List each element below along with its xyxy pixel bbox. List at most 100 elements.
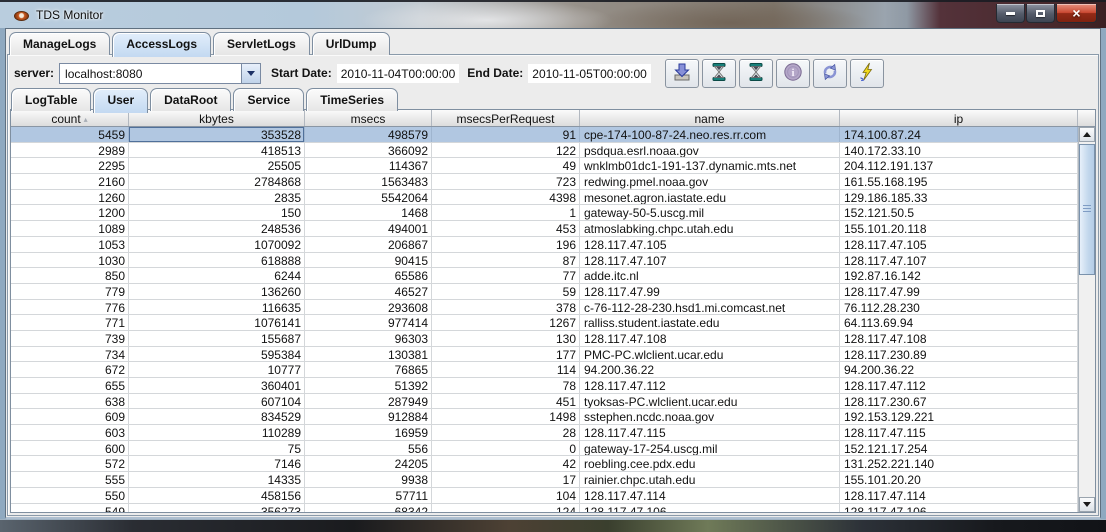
cell-ip[interactable]: 174.100.87.24 [840, 127, 1078, 142]
cell-kbytes[interactable]: 356273 [129, 504, 305, 513]
cell-msecsperrequest[interactable]: 87 [432, 253, 580, 268]
cell-name[interactable]: 128.117.47.99 [580, 284, 840, 299]
cell-msecs[interactable]: 46527 [305, 284, 432, 299]
table-row[interactable]: 55045815657711104128.117.47.114128.117.4… [11, 488, 1078, 504]
cell-kbytes[interactable]: 2784868 [129, 174, 305, 189]
cell-count[interactable]: 2989 [11, 143, 129, 158]
cell-msecsperrequest[interactable]: 196 [432, 237, 580, 252]
cell-msecs[interactable]: 287949 [305, 394, 432, 409]
cell-kbytes[interactable]: 1070092 [129, 237, 305, 252]
cell-ip[interactable]: 128.117.47.108 [840, 331, 1078, 346]
cell-kbytes[interactable]: 10777 [129, 362, 305, 377]
cell-msecs[interactable]: 556 [305, 441, 432, 456]
cell-kbytes[interactable]: 595384 [129, 347, 305, 362]
table-row[interactable]: 120015014681gateway-50-5.uscg.mil152.121… [11, 205, 1078, 221]
cell-name[interactable]: redwing.pmel.noaa.gov [580, 174, 840, 189]
cell-kbytes[interactable]: 607104 [129, 394, 305, 409]
cell-msecs[interactable]: 68342 [305, 504, 432, 513]
cell-kbytes[interactable]: 25505 [129, 158, 305, 173]
cell-msecs[interactable]: 51392 [305, 378, 432, 393]
cell-msecsperrequest[interactable]: 42 [432, 456, 580, 471]
table-row[interactable]: 6098345299128841498sstephen.ncdc.noaa.go… [11, 409, 1078, 425]
table-row[interactable]: 85062446558677adde.itc.nl192.87.16.142 [11, 268, 1078, 284]
cell-msecs[interactable]: 366092 [305, 143, 432, 158]
cell-msecs[interactable]: 65586 [305, 268, 432, 283]
cell-count[interactable]: 609 [11, 409, 129, 424]
table-row[interactable]: 2989418513366092122psdqua.esrl.noaa.gov1… [11, 143, 1078, 159]
cell-kbytes[interactable]: 116635 [129, 300, 305, 315]
cell-count[interactable]: 1053 [11, 237, 129, 252]
cell-msecsperrequest[interactable]: 130 [432, 331, 580, 346]
cell-ip[interactable]: 128.117.47.99 [840, 284, 1078, 299]
cell-name[interactable]: atmoslabking.chpc.utah.edu [580, 221, 840, 236]
tab-managelogs[interactable]: ManageLogs [9, 32, 110, 55]
cell-kbytes[interactable]: 1076141 [129, 315, 305, 330]
cell-count[interactable]: 771 [11, 315, 129, 330]
cell-kbytes[interactable]: 2835 [129, 190, 305, 205]
cell-msecsperrequest[interactable]: 77 [432, 268, 580, 283]
cell-name[interactable]: ralliss.student.iastate.edu [580, 315, 840, 330]
cell-kbytes[interactable]: 618888 [129, 253, 305, 268]
cell-msecsperrequest[interactable]: 122 [432, 143, 580, 158]
cell-ip[interactable]: 192.87.16.142 [840, 268, 1078, 283]
cell-msecsperrequest[interactable]: 114 [432, 362, 580, 377]
cell-count[interactable]: 850 [11, 268, 129, 283]
scrollbar-thumb[interactable] [1079, 144, 1095, 275]
subtab-service[interactable]: Service [233, 88, 304, 111]
cell-ip[interactable]: 94.200.36.22 [840, 362, 1078, 377]
cell-msecs[interactable]: 57711 [305, 488, 432, 503]
hourglass-start-button[interactable] [702, 59, 736, 88]
cell-ip[interactable]: 128.117.47.107 [840, 253, 1078, 268]
cell-count[interactable]: 600 [11, 441, 129, 456]
cell-count[interactable]: 734 [11, 347, 129, 362]
cell-name[interactable]: cpe-174-100-87-24.neo.res.rr.com [580, 127, 840, 142]
cell-msecsperrequest[interactable]: 104 [432, 488, 580, 503]
subtab-logtable[interactable]: LogTable [11, 88, 91, 111]
tab-servletlogs[interactable]: ServletLogs [213, 32, 310, 55]
cell-msecs[interactable]: 912884 [305, 409, 432, 424]
cell-msecsperrequest[interactable]: 177 [432, 347, 580, 362]
cell-kbytes[interactable]: 7146 [129, 456, 305, 471]
column-header-msecs[interactable]: msecs [305, 110, 432, 126]
cell-msecsperrequest[interactable]: 451 [432, 394, 580, 409]
column-header-name[interactable]: name [580, 110, 840, 126]
subtab-dataroot[interactable]: DataRoot [150, 88, 231, 111]
cell-ip[interactable]: 128.117.47.106 [840, 504, 1078, 513]
column-header-msecsperrequest[interactable]: msecsPerRequest [432, 110, 580, 126]
cell-name[interactable]: rainier.chpc.utah.edu [580, 472, 840, 487]
lightning-button[interactable] [850, 59, 884, 88]
table-row[interactable]: 1089248536494001453atmoslabking.chpc.uta… [11, 221, 1078, 237]
cell-ip[interactable]: 128.117.47.114 [840, 488, 1078, 503]
cell-msecs[interactable]: 96303 [305, 331, 432, 346]
cell-kbytes[interactable]: 155687 [129, 331, 305, 346]
cell-msecs[interactable]: 977414 [305, 315, 432, 330]
cell-count[interactable]: 1260 [11, 190, 129, 205]
table-row[interactable]: 55514335993817rainier.chpc.utah.edu155.1… [11, 472, 1078, 488]
cell-msecsperrequest[interactable]: 1498 [432, 409, 580, 424]
cell-count[interactable]: 1030 [11, 253, 129, 268]
cell-msecs[interactable]: 16959 [305, 425, 432, 440]
cell-msecsperrequest[interactable]: 59 [432, 284, 580, 299]
cell-count[interactable]: 1200 [11, 205, 129, 220]
refresh-button[interactable] [813, 59, 847, 88]
cell-count[interactable]: 550 [11, 488, 129, 503]
cell-name[interactable]: 128.117.47.105 [580, 237, 840, 252]
vertical-scrollbar[interactable] [1078, 127, 1095, 512]
cell-msecs[interactable]: 114367 [305, 158, 432, 173]
cell-ip[interactable]: 152.121.17.254 [840, 441, 1078, 456]
cell-count[interactable]: 655 [11, 378, 129, 393]
table-row[interactable]: 54935627368342124128.117.47.106128.117.4… [11, 504, 1078, 513]
cell-msecsperrequest[interactable]: 49 [432, 158, 580, 173]
cell-ip[interactable]: 128.117.47.112 [840, 378, 1078, 393]
scroll-down-button[interactable] [1079, 497, 1095, 512]
cell-name[interactable]: wnklmb01dc1-191-137.dynamic.mts.net [580, 158, 840, 173]
table-row[interactable]: 638607104287949451tyoksas-PC.wlclient.uc… [11, 394, 1078, 410]
cell-msecs[interactable]: 130381 [305, 347, 432, 362]
column-header-kbytes[interactable]: kbytes [129, 110, 305, 126]
table-row[interactable]: 10306188889041587128.117.47.107128.117.4… [11, 253, 1078, 269]
server-combobox[interactable]: localhost:8080 [59, 63, 261, 84]
cell-kbytes[interactable]: 14335 [129, 472, 305, 487]
cell-kbytes[interactable]: 110289 [129, 425, 305, 440]
cell-name[interactable]: mesonet.agron.iastate.edu [580, 190, 840, 205]
cell-ip[interactable]: 128.117.230.89 [840, 347, 1078, 362]
